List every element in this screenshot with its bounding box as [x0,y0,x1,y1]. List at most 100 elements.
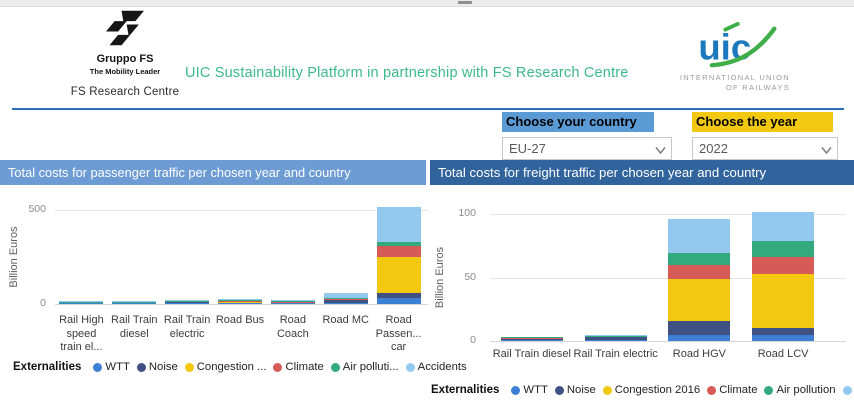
bar-Rail High speed train el...[interactable] [59,301,103,304]
x-axis-line [490,341,846,342]
freight-chart-title: Total costs for freight traffic per chos… [430,160,854,185]
bar-slot [55,210,108,304]
segment-Accidents[interactable] [668,219,730,253]
page-title: UIC Sustainability Platform in partnersh… [185,65,629,81]
category-labels: Rail High speed train el...Rail Train di… [55,314,425,355]
segment-WTT[interactable] [59,303,103,304]
segment-WTT[interactable] [501,340,563,341]
segment-WTT[interactable] [324,303,368,304]
segment-Accidents[interactable] [377,207,421,242]
chevron-down-icon[interactable] [655,146,664,155]
legend: Externalities WTTNoiseCongestion ...Clim… [13,361,474,373]
segment-Climate[interactable] [752,257,814,274]
legend-item-Climate[interactable]: Climate [273,361,323,373]
legend-label: Noise [567,384,596,396]
window-top-strip [0,0,854,7]
segment-Noise[interactable] [752,328,814,335]
legend-dot-icon [406,363,415,372]
gruppo-fs-brand: Gruppo FS [66,53,184,65]
passenger-chart-title: Total costs for passenger traffic per ch… [0,160,426,185]
legend-label: WTT [105,361,129,373]
bar-Road HGV[interactable] [668,219,730,341]
legend-items: WTT Noise Congestion 2016 Climate Air pollut… [511,384,854,396]
category-label: Road LCV [741,348,825,362]
bar-slot [574,214,658,341]
segment-WTT[interactable] [585,340,647,341]
category-label: Rail Train electric [161,314,214,355]
bar-slot [741,214,825,341]
window-resize-handle[interactable] [458,1,472,4]
legend-item-Congestion[interactable]: Congestion ... [185,361,267,373]
legend: Externalities WTT Noise Congestion 2016 Cli… [431,384,854,396]
bar-Rail Train electric[interactable] [165,300,209,305]
legend-dot-icon [707,386,716,395]
bar-slot [161,210,214,304]
legend-title: Externalities [431,384,499,396]
y-axis-label: Billion Euros [8,210,20,304]
legend-dot-icon [603,386,612,395]
segment-Climate[interactable] [668,265,730,279]
segment-Air pollution[interactable] [668,253,730,264]
legend-dot-icon [511,386,520,395]
segment-WTT[interactable] [377,298,421,304]
segment-Congestion[interactable] [377,257,421,293]
segment-WTT[interactable] [752,335,814,341]
freight-traffic-chart[interactable]: Billion Euros 100 50 0 Rail Train diesel… [428,186,854,410]
category-label: Road Coach [266,314,319,355]
segment-WTT[interactable] [271,303,315,304]
segment-Congestion 2016[interactable] [668,279,730,321]
segment-WTT[interactable] [218,303,262,304]
country-dropdown[interactable]: EU-27 [502,137,672,160]
segment-Accidents[interactable] [752,212,814,241]
legend-item-Climate[interactable]: Climate [707,384,757,396]
bar-slot [214,210,267,304]
uic-subtitle-line2: OF RAILWAYS [648,83,790,93]
bar-Road Bus[interactable] [218,299,262,304]
bar-Road LCV[interactable] [752,212,814,341]
legend-dot-icon [764,386,773,395]
category-label: Road Bus [214,314,267,355]
legend-label: Congestion 2016 [615,384,700,396]
gruppo-fs-logo: Gruppo FS The Mobility Leader FS Researc… [66,9,184,98]
bar-Rail Train diesel[interactable] [112,301,156,304]
legend-item-Accidents[interactable]: Accidents [843,384,854,396]
bar-slot [319,210,372,304]
legend-label: Noise [149,361,178,373]
bar-slot [266,210,319,304]
category-label: Rail High speed train el... [55,314,108,355]
segment-Congestion 2016[interactable] [752,274,814,329]
y-tick: 50 [444,271,476,283]
y-tick: 0 [14,297,46,309]
year-dropdown[interactable]: 2022 [692,137,838,160]
passenger-traffic-chart[interactable]: Billion Euros 500 0 Rail High speed trai… [0,186,428,410]
legend-dot-icon [137,363,146,372]
x-axis-line [55,304,428,305]
segment-WTT[interactable] [668,335,730,341]
gruppo-fs-tagline: The Mobility Leader [66,67,184,76]
legend-label: Air polluti... [343,361,399,373]
category-label: Road MC [319,314,372,355]
bar-Road Coach[interactable] [271,300,315,304]
legend-label: Climate [285,361,323,373]
bar-Road Passen... car[interactable] [377,207,421,304]
bar-slot [108,210,161,304]
legend-item-WTT[interactable]: WTT [93,361,129,373]
legend-item-WTT[interactable]: WTT [511,384,547,396]
bar-Rail Train electric[interactable] [585,335,647,341]
segment-Noise[interactable] [668,321,730,335]
legend-item-Air pollution[interactable]: Air polluti... [331,361,399,373]
segment-WTT[interactable] [165,303,209,305]
bar-Road MC[interactable] [324,293,368,304]
legend-item-Noise[interactable]: Noise [137,361,178,373]
legend-item-Congestion 2016[interactable]: Congestion 2016 [603,384,700,396]
segment-Air pollution[interactable] [752,241,814,257]
legend-item-Noise[interactable]: Noise [555,384,596,396]
segment-WTT[interactable] [112,303,156,304]
plot-area [490,214,825,341]
legend-items: WTT Noise Congestion ... Climate Air polluti… [93,361,473,373]
segment-Climate[interactable] [377,246,421,258]
category-labels: Rail Train dieselRail Train electricRoad… [490,348,825,362]
bar-Rail Train diesel[interactable] [501,337,563,341]
legend-item-Air pollution[interactable]: Air pollution [764,384,835,396]
chevron-down-icon[interactable] [821,146,830,155]
